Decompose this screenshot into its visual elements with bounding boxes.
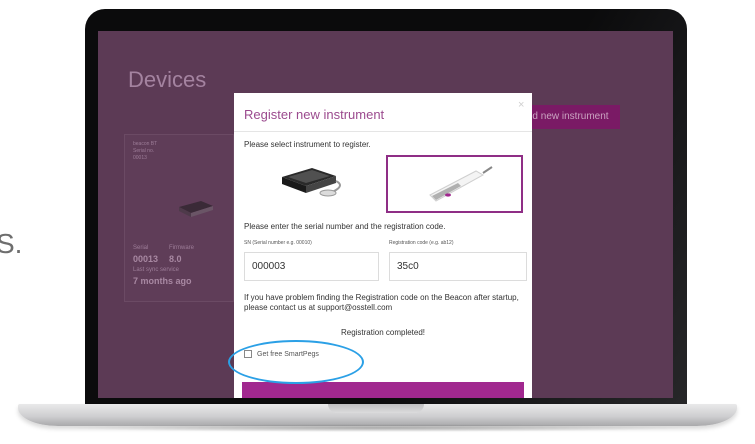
pen-device-image bbox=[429, 166, 493, 202]
select-instrument-prompt: Please select instrument to register. bbox=[244, 140, 371, 149]
card-header-line: Serial no. bbox=[133, 148, 155, 154]
serial-value: 00013 bbox=[133, 254, 159, 264]
close-icon[interactable]: × bbox=[518, 99, 524, 111]
laptop-shadow bbox=[60, 424, 695, 432]
last-sync-value: 7 months ago bbox=[133, 276, 192, 286]
modal-divider bbox=[234, 131, 532, 132]
add-instrument-button[interactable]: d new instrument bbox=[521, 105, 620, 129]
sn-label: SN (Serial number e.g. 00010) bbox=[244, 240, 312, 246]
submit-button[interactable] bbox=[242, 382, 524, 398]
laptop-notch bbox=[328, 404, 424, 413]
code-label: Registration code (e.g. ab12) bbox=[389, 240, 454, 246]
smartpegs-checkbox-row[interactable]: Get free SmartPegs bbox=[244, 350, 319, 358]
registration-status: Registration completed! bbox=[340, 328, 426, 337]
side-text: S. bbox=[0, 228, 23, 259]
firmware-label: Firmware bbox=[169, 245, 194, 251]
serial-label: Serial bbox=[133, 245, 149, 251]
serial-prompt: Please enter the serial number and the r… bbox=[244, 222, 446, 231]
register-instrument-modal: Register new instrument × Please select … bbox=[234, 93, 532, 398]
laptop-screen: Devices d new instrument beacon BT Seria… bbox=[98, 31, 673, 398]
beacon-device-image bbox=[282, 168, 341, 197]
device-card[interactable]: beacon BT Serial no. 00013 Serial Firmwa… bbox=[124, 134, 234, 302]
card-header-line: 00013 bbox=[133, 155, 147, 161]
smartpegs-checkbox[interactable] bbox=[244, 350, 252, 358]
modal-title: Register new instrument bbox=[244, 107, 385, 122]
card-header-line: beacon BT bbox=[133, 141, 158, 147]
last-sync-label: Last sync service bbox=[133, 267, 180, 273]
help-text: If you have problem finding the Registra… bbox=[244, 293, 519, 312]
page-title: Devices bbox=[128, 67, 207, 92]
serial-number-input[interactable]: 000003 bbox=[244, 252, 379, 281]
registration-code-input[interactable]: 35c0 bbox=[389, 252, 527, 281]
device-thumbnail bbox=[179, 201, 213, 217]
smartpegs-checkbox-label: Get free SmartPegs bbox=[257, 350, 319, 358]
firmware-value: 8.0 bbox=[169, 254, 182, 264]
laptop-base bbox=[18, 404, 737, 426]
instrument-option-beacon[interactable] bbox=[244, 155, 374, 213]
laptop-bezel: Devices d new instrument beacon BT Seria… bbox=[85, 9, 687, 404]
instrument-option-pen[interactable] bbox=[386, 155, 523, 213]
